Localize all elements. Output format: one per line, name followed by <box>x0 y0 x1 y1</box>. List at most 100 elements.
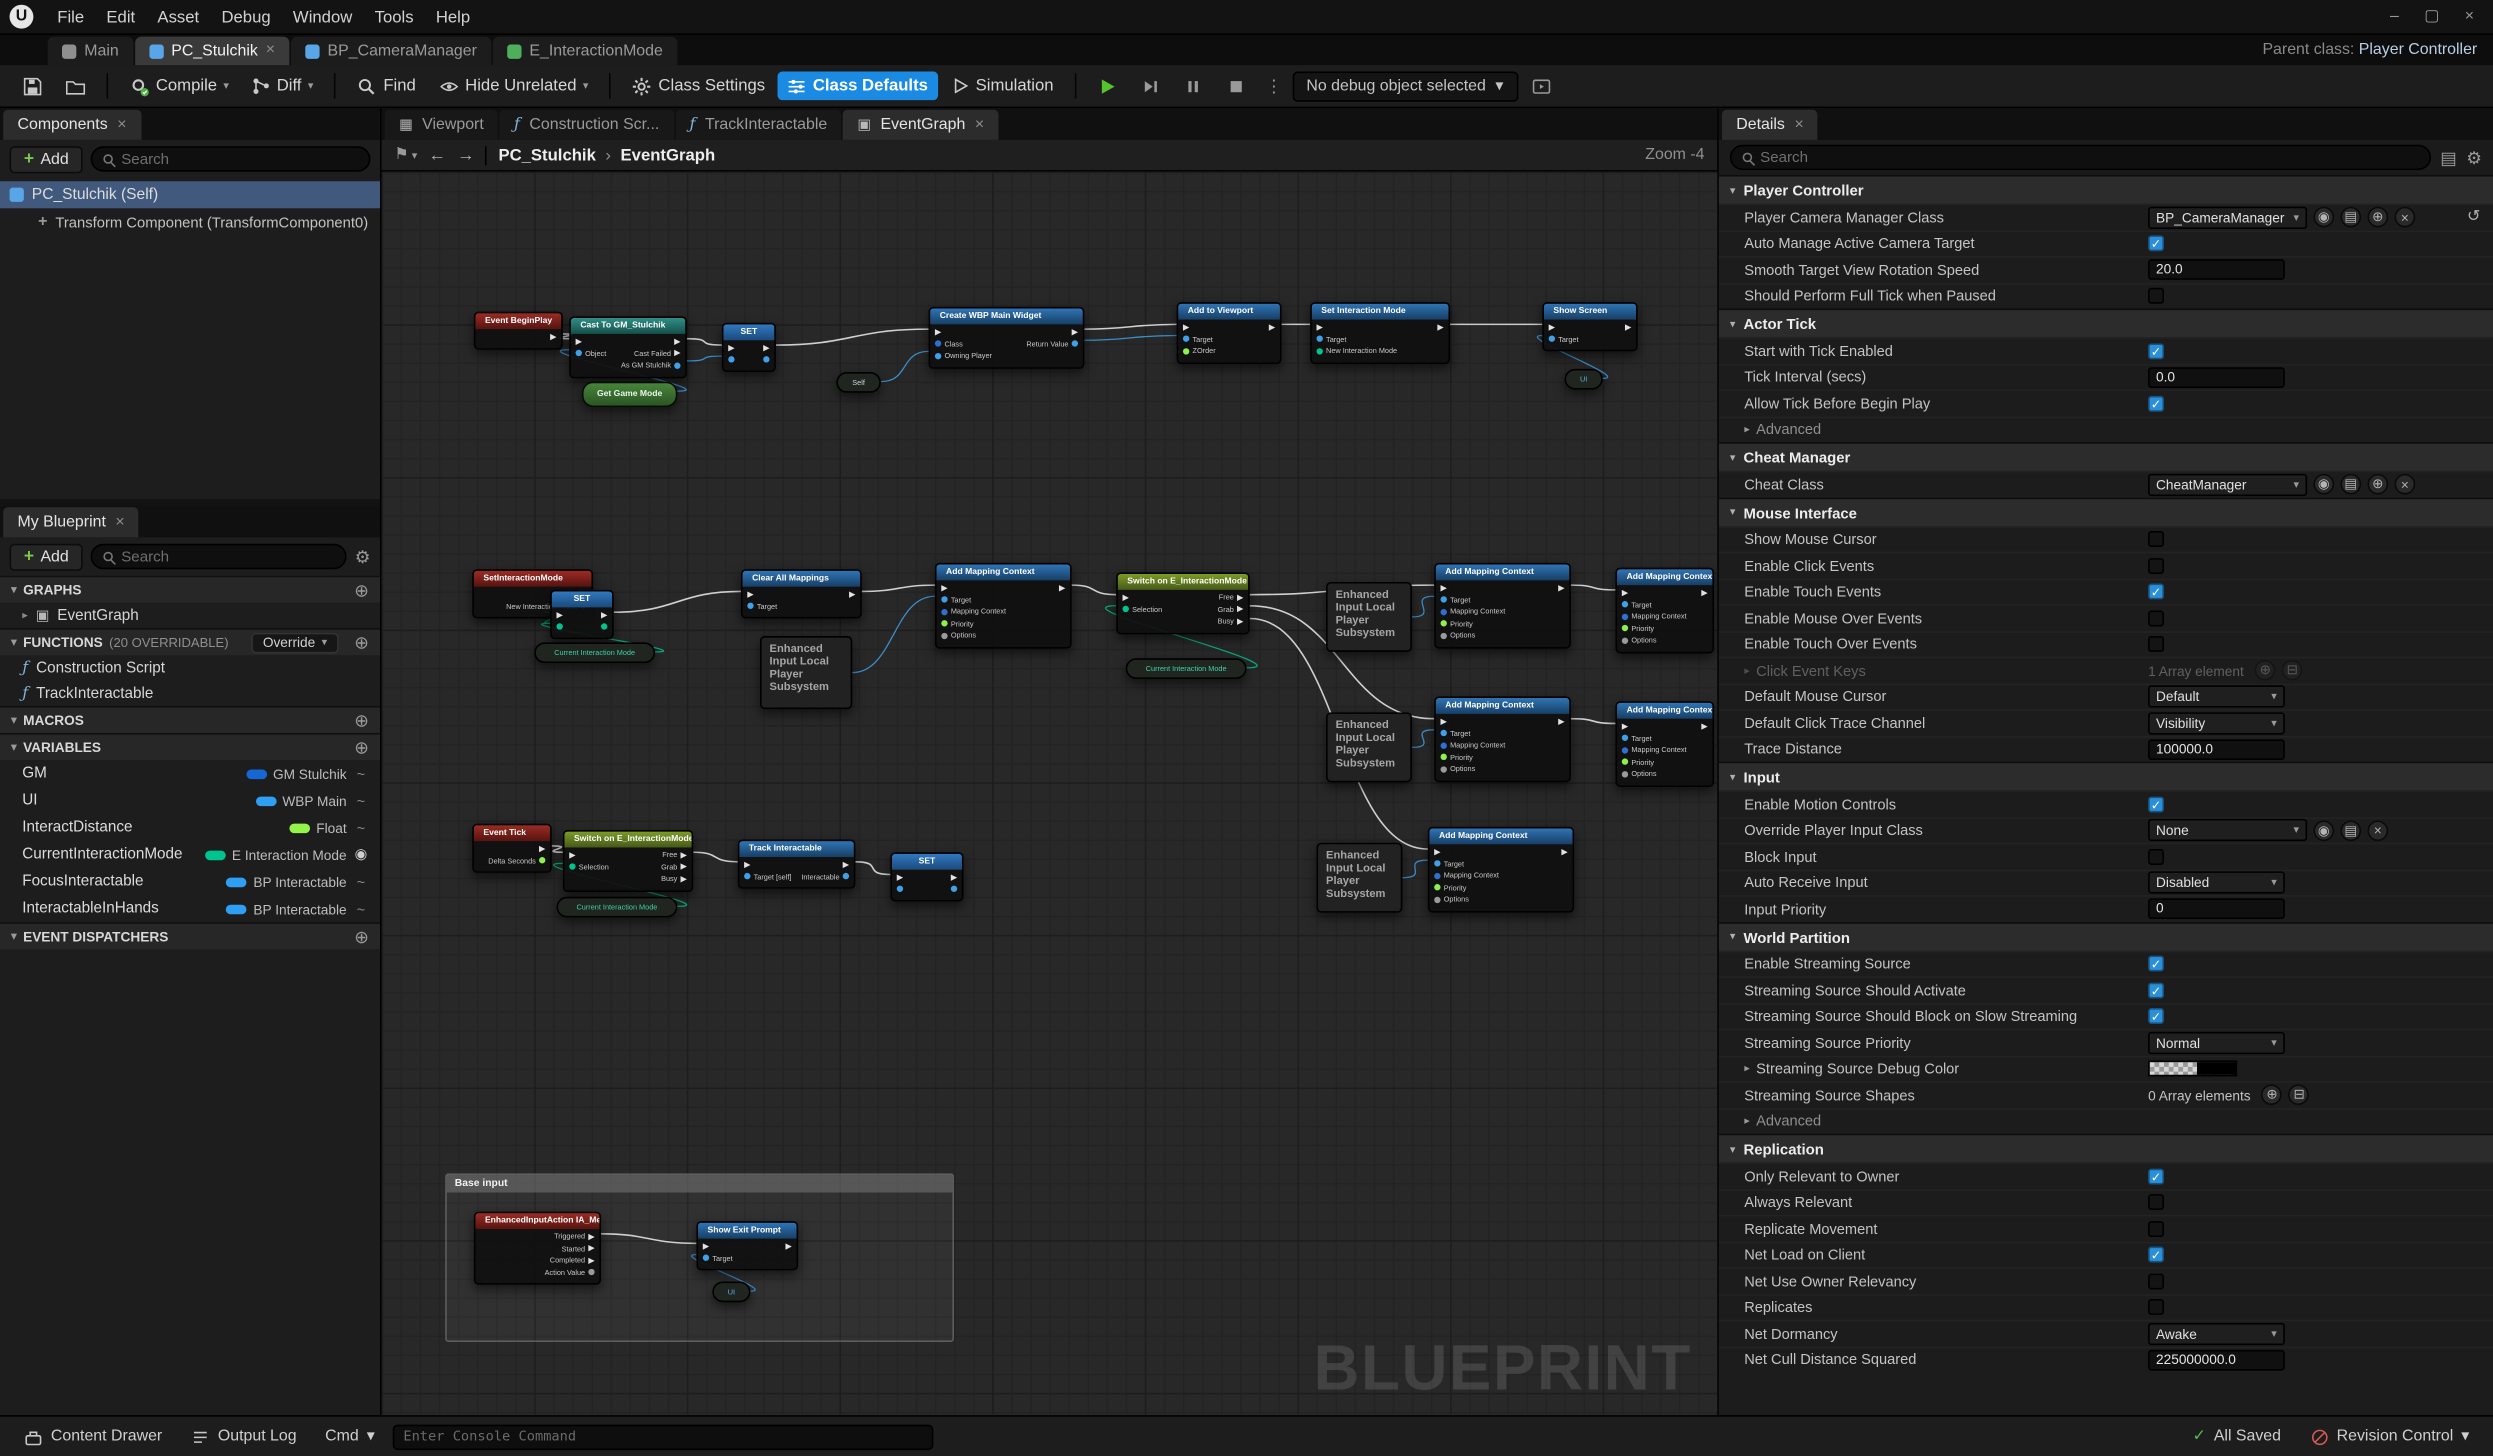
graph-node-enhanced-input-local-player-subsystem[interactable]: Enhanced Input Local Player Subsystem <box>760 636 852 709</box>
data-pin-icon[interactable] <box>1123 606 1129 612</box>
details-category-player-controller[interactable]: ▾Player Controller <box>1719 175 2493 204</box>
graph-node-current-interaction-mode[interactable]: Current Interaction Mode <box>1126 658 1247 679</box>
add-icon[interactable]: ⊕ <box>354 737 369 758</box>
exec-pin-icon[interactable] <box>1237 606 1243 612</box>
graph-node-set[interactable]: SET <box>890 852 963 901</box>
data-pin-icon[interactable] <box>1441 730 1447 736</box>
graph-node-self[interactable]: Self <box>836 372 881 393</box>
checkbox[interactable] <box>2148 610 2164 626</box>
asset-tab-pc-stulchik[interactable]: PC_Stulchik <box>135 37 290 66</box>
data-pin-icon[interactable] <box>569 864 575 870</box>
checkbox[interactable]: ✓ <box>2148 796 2164 812</box>
close-icon[interactable] <box>1794 117 1803 133</box>
exec-pin-icon[interactable] <box>849 591 855 597</box>
checkbox[interactable]: ✓ <box>2148 343 2164 359</box>
exec-pin-icon[interactable] <box>588 1257 594 1263</box>
debug-object-dropdown[interactable]: No debug object selected▾ <box>1292 71 1518 101</box>
exec-pin-icon[interactable] <box>588 1233 594 1239</box>
graph-tab-construction-scr[interactable]: ƒConstruction Scr... <box>500 110 674 140</box>
details-category-replication[interactable]: ▾Replication <box>1719 1134 2493 1163</box>
graph-node-event-beginplay[interactable]: Event BeginPlay <box>474 312 563 349</box>
pick-asset-icon[interactable]: ⊕ <box>2368 474 2389 495</box>
checkbox[interactable]: ✓ <box>2148 1168 2164 1184</box>
tab-details[interactable]: Details <box>1722 110 1818 140</box>
output-log-button[interactable]: Output Log <box>180 1422 308 1451</box>
checkbox[interactable] <box>2148 531 2164 547</box>
data-pin-icon[interactable] <box>1622 747 1628 753</box>
graph-node-enhanced-input-local-player-subsystem[interactable]: Enhanced Input Local Player Subsystem <box>1326 582 1412 652</box>
delete-elements-icon[interactable]: ⊟ <box>2282 660 2303 681</box>
debug-filter-button[interactable] <box>1521 71 1561 101</box>
menu-debug[interactable]: Debug <box>210 4 281 29</box>
exec-pin-icon[interactable] <box>1237 594 1243 600</box>
stop-button[interactable] <box>1216 71 1256 101</box>
data-pin-icon[interactable] <box>1434 873 1440 879</box>
close-icon[interactable] <box>975 117 984 133</box>
data-pin-icon[interactable] <box>1434 861 1440 867</box>
exec-pin-icon[interactable] <box>951 874 957 880</box>
add-element-icon[interactable]: ⊕ <box>2255 660 2276 681</box>
data-pin-icon[interactable] <box>703 1255 709 1261</box>
exec-pin-icon[interactable] <box>681 864 687 870</box>
settings-gear-icon[interactable]: ⚙ <box>355 546 371 567</box>
dropdown[interactable]: Default▾ <box>2148 686 2285 708</box>
exec-pin-icon[interactable] <box>674 338 680 344</box>
data-pin-icon[interactable] <box>1441 742 1447 748</box>
bookmarks-icon[interactable]: ⚑▾ <box>394 146 417 163</box>
dropdown[interactable]: Normal▾ <box>2148 1032 2285 1054</box>
tab-components[interactable]: Components <box>3 110 141 140</box>
dropdown[interactable]: None▾ <box>2148 819 2307 841</box>
data-pin-icon[interactable] <box>1434 884 1440 890</box>
settings-gear-icon[interactable]: ⚙ <box>2466 147 2482 168</box>
close-icon[interactable] <box>115 514 124 530</box>
use-selected-icon[interactable]: ◉ <box>2313 207 2334 228</box>
expand-icon[interactable]: ▸ <box>1744 1063 1750 1076</box>
browse-icon[interactable]: ▤ <box>2340 474 2361 495</box>
graph-node-current-interaction-mode[interactable]: Current Interaction Mode <box>557 897 678 918</box>
data-pin-icon[interactable] <box>1441 620 1447 626</box>
minimize-icon[interactable]: – <box>2390 8 2399 25</box>
graph-node-enhancedinputaction-ia-menu[interactable]: EnhancedInputAction IA_MenuTriggeredStar… <box>474 1212 601 1285</box>
use-selected-icon[interactable]: ◉ <box>2313 474 2334 495</box>
exec-pin-icon[interactable] <box>1558 585 1564 591</box>
exec-pin-icon[interactable] <box>1625 324 1631 330</box>
exec-pin-icon[interactable] <box>763 345 769 351</box>
exec-pin-icon[interactable] <box>539 845 545 851</box>
forward-icon[interactable]: → <box>457 145 474 164</box>
clear-icon[interactable]: × <box>2368 820 2389 841</box>
exec-pin-icon[interactable] <box>941 585 947 591</box>
exec-pin-icon[interactable] <box>785 1243 791 1249</box>
parent-class-link[interactable]: Player Controller <box>2359 41 2477 58</box>
exec-pin-icon[interactable] <box>703 1243 709 1249</box>
graph-node-clear-all-mappings[interactable]: Clear All MappingsTarget <box>741 569 862 618</box>
graph-node-set-interaction-mode[interactable]: Set Interaction ModeTargetNew Interactio… <box>1310 302 1450 363</box>
close-icon[interactable] <box>117 117 126 133</box>
graph-node-event-tick[interactable]: Event TickDelta Seconds <box>472 824 552 873</box>
all-saved-status[interactable]: ✓ All Saved <box>2181 1423 2292 1450</box>
clear-icon[interactable]: × <box>2395 207 2416 228</box>
variable-ui[interactable]: UIWBP Main~ <box>0 787 380 814</box>
graph-node-get-game-mode[interactable]: Get Game Mode <box>582 382 677 407</box>
display-filter-icon[interactable]: ▤ <box>2440 147 2457 168</box>
data-pin-icon[interactable] <box>576 350 582 356</box>
add-blueprint-item-button[interactable]: +Add <box>10 543 84 570</box>
data-pin-icon[interactable] <box>744 873 750 879</box>
section-event-dispatchers[interactable]: ▾EVENT DISPATCHERS⊕ <box>0 922 380 949</box>
exec-pin-icon[interactable] <box>601 612 607 618</box>
data-pin-icon[interactable] <box>1183 336 1189 342</box>
exec-pin-icon[interactable] <box>744 861 750 867</box>
data-pin-icon[interactable] <box>1434 896 1440 902</box>
details-category-cheat-manager[interactable]: ▾Cheat Manager <box>1719 442 2493 471</box>
data-pin-icon[interactable] <box>1441 632 1447 638</box>
data-pin-icon[interactable] <box>1441 597 1447 603</box>
data-pin-icon[interactable] <box>941 597 947 603</box>
data-pin-icon[interactable] <box>763 357 769 363</box>
checkbox[interactable] <box>2148 1299 2164 1315</box>
menu-file[interactable]: File <box>46 4 95 29</box>
graph-tab-trackinteractable[interactable]: ƒTrackInteractable <box>675 110 841 140</box>
data-pin-icon[interactable] <box>728 357 734 363</box>
checkbox[interactable] <box>2148 849 2164 865</box>
expand-icon[interactable]: ▸ <box>1744 1115 1750 1128</box>
closed-eye-icon[interactable]: ~ <box>353 901 369 917</box>
exec-pin-icon[interactable] <box>1059 585 1065 591</box>
